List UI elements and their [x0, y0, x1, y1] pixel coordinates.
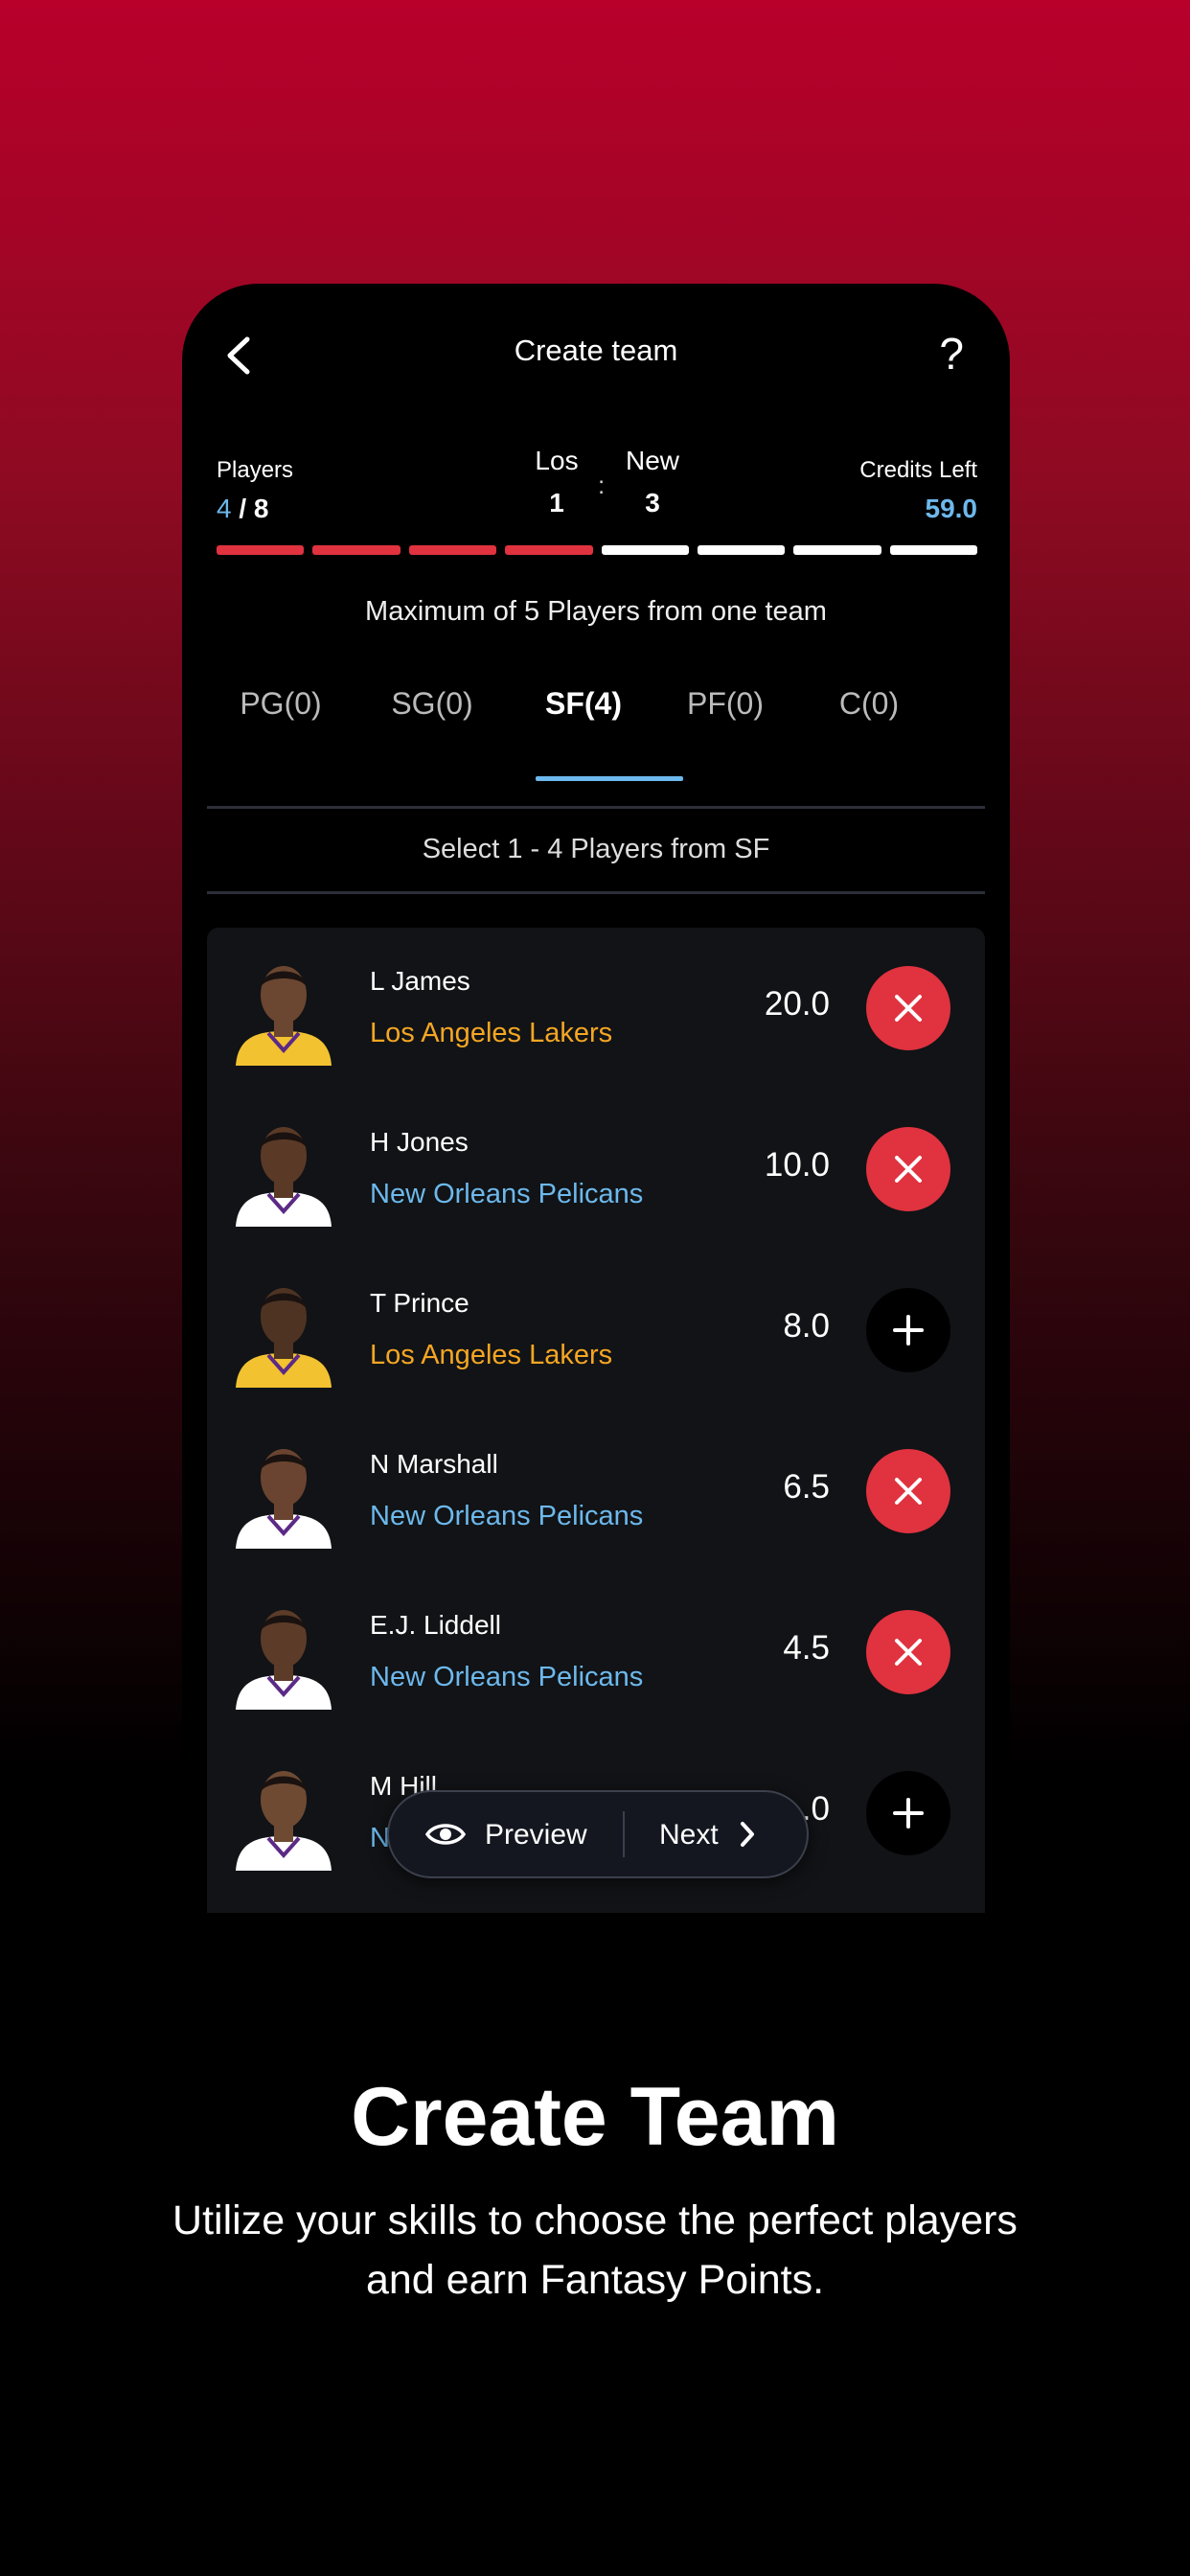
page-title: Create team: [514, 334, 678, 367]
promo-subtitle: Utilize your skills to choose the perfec…: [172, 2197, 1018, 2303]
tab-sg[interactable]: SG(0): [360, 686, 504, 722]
player-team: Los Angeles Lakers: [370, 1340, 613, 1370]
preview-next-bar: Preview Next: [387, 1790, 809, 1878]
player-row[interactable]: E.J. Liddell New Orleans Pelicans 4.5: [207, 1572, 985, 1733]
eye-icon: [425, 1824, 466, 1845]
next-label: Next: [659, 1819, 719, 1851]
player-name: H Jones: [370, 1127, 469, 1157]
players-total: / 8: [231, 494, 269, 523]
player-credits: 4.5: [783, 1629, 830, 1667]
player-avatar: [230, 951, 337, 1066]
team2-summary: New 3: [609, 446, 696, 518]
player-credits: 6.5: [783, 1468, 830, 1506]
app-screen: Create team ? Players 4 / 8 Los 1 : New …: [182, 284, 1010, 1913]
player-avatar: [230, 1273, 337, 1388]
remove-player-button[interactable]: [866, 1127, 950, 1211]
select-range-note: Select 1 - 4 Players from SF: [422, 834, 770, 864]
player-avatar: [230, 1756, 337, 1871]
close-icon: [895, 1156, 922, 1183]
plus-icon: [893, 1798, 924, 1828]
next-button[interactable]: Next: [625, 1792, 807, 1876]
player-avatar: [230, 1112, 337, 1227]
players-label: Players: [217, 457, 294, 483]
credits-value: 59.0: [925, 494, 978, 523]
team2-name: New: [625, 446, 679, 475]
tab-c[interactable]: C(0): [797, 686, 941, 722]
progress-segment: [408, 545, 497, 555]
preview-label: Preview: [485, 1819, 587, 1851]
player-list: L James Los Angeles Lakers 20.0 H Jones New …: [207, 928, 985, 1913]
tab-pf[interactable]: PF(0): [653, 686, 797, 722]
progress-segment: [697, 545, 786, 555]
active-tab-indicator: [536, 776, 683, 781]
player-credits: 8.0: [783, 1307, 830, 1345]
close-icon: [895, 1478, 922, 1505]
add-player-button[interactable]: [866, 1288, 950, 1372]
close-icon: [895, 1639, 922, 1666]
progress-segment: [505, 545, 593, 555]
progress-segment: [601, 545, 689, 555]
promo-title: Create Team: [351, 2071, 839, 2163]
help-icon[interactable]: ?: [939, 328, 964, 380]
team-separator: :: [598, 471, 606, 499]
plus-icon: [893, 1315, 924, 1346]
player-row[interactable]: L James Los Angeles Lakers 20.0: [207, 928, 985, 1089]
player-team: New Orleans Pelicans: [370, 1662, 644, 1692]
player-row[interactable]: T Prince Los Angeles Lakers 8.0: [207, 1250, 985, 1411]
player-credits: 10.0: [764, 1146, 830, 1184]
preview-button[interactable]: Preview: [389, 1792, 624, 1876]
team-stats: Players 4 / 8 Los 1 : New 3 Credits Left…: [217, 442, 977, 538]
player-name: E.J. Liddell: [370, 1610, 501, 1640]
player-name: T Prince: [370, 1288, 469, 1318]
tab-pg[interactable]: PG(0): [209, 686, 353, 722]
player-credits: 20.0: [764, 985, 830, 1023]
close-icon: [895, 995, 922, 1022]
top-bar: Create team ?: [182, 284, 1010, 427]
progress-segment: [793, 545, 881, 555]
max-players-note: Maximum of 5 Players from one team: [365, 596, 827, 627]
team1-summary: Los 1: [514, 446, 600, 518]
players-progress-bar: [217, 545, 977, 555]
player-team: New Orleans Pelicans: [370, 1179, 644, 1209]
chevron-right-icon: [741, 1822, 754, 1847]
position-tabs: PG(0) SG(0) SF(4) PF(0) C(0): [207, 686, 985, 763]
players-selected: 4: [217, 494, 232, 523]
divider: [207, 806, 985, 809]
credits-label: Credits Left: [859, 457, 977, 483]
player-name: N Marshall: [370, 1449, 498, 1479]
player-avatar: [230, 1434, 337, 1549]
progress-segment: [312, 545, 400, 555]
divider: [207, 891, 985, 894]
players-count: 4 / 8: [217, 494, 269, 524]
remove-player-button[interactable]: [866, 1610, 950, 1694]
player-name: L James: [370, 966, 470, 996]
player-team: Los Angeles Lakers: [370, 1018, 613, 1048]
player-avatar: [230, 1595, 337, 1710]
remove-player-button[interactable]: [866, 1449, 950, 1533]
remove-player-button[interactable]: [866, 966, 950, 1050]
team1-name: Los: [535, 446, 579, 475]
team2-count: 3: [645, 488, 660, 518]
player-team: New Orleans Pelicans: [370, 1501, 644, 1531]
progress-segment: [889, 545, 977, 555]
player-row[interactable]: N Marshall New Orleans Pelicans 6.5: [207, 1411, 985, 1572]
tab-sf[interactable]: SF(4): [512, 686, 655, 722]
add-player-button[interactable]: [866, 1771, 950, 1855]
team1-count: 1: [549, 488, 564, 518]
player-row[interactable]: H Jones New Orleans Pelicans 10.0: [207, 1089, 985, 1250]
progress-segment: [217, 545, 305, 555]
